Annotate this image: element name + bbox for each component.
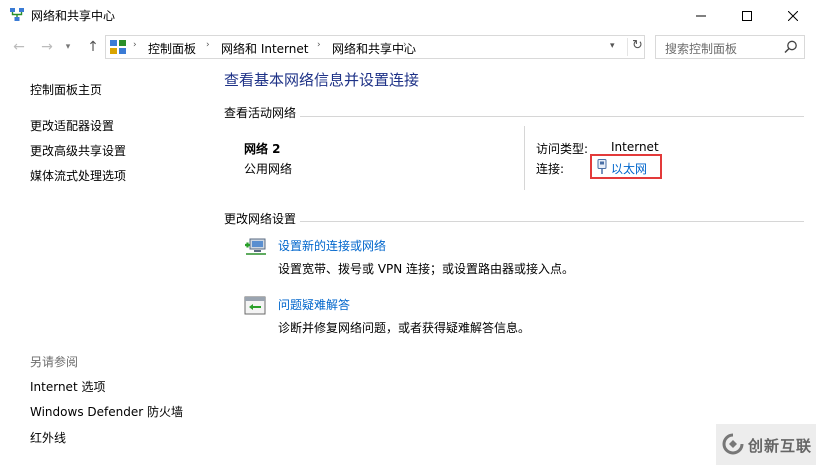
arrow-left-icon: ←: [13, 39, 25, 55]
see-also-heading: 另请参阅: [30, 355, 79, 369]
divider: [300, 221, 804, 222]
network-center-icon: [10, 8, 24, 21]
see-also-infrared[interactable]: 红外线: [30, 429, 66, 446]
search-input[interactable]: 搜索控制面板: [665, 40, 737, 57]
active-networks-heading: 查看活动网络: [224, 106, 297, 120]
navigation-bar: ← → ▾ ↑ › 控制面板 › 网络和 Internet › 网络和共享中心 …: [0, 31, 816, 63]
connection-label: 连接:: [536, 162, 565, 176]
see-also-windows-defender-firewall[interactable]: Windows Defender 防火墙: [30, 403, 183, 420]
setup-new-connection-link[interactable]: 设置新的连接或网络: [278, 237, 386, 254]
main-content: 查看基本网络信息并设置连接 查看活动网络 网络 2 公用网络 访问类型: Int…: [224, 63, 816, 465]
refresh-icon[interactable]: ↻: [627, 38, 643, 56]
window-title: 网络和共享中心: [31, 9, 116, 23]
close-icon: [788, 10, 798, 21]
maximize-button[interactable]: [724, 0, 770, 31]
left-navigation-pane: 控制面板主页 更改适配器设置 更改高级共享设置 媒体流式处理选项 另请参阅 In…: [0, 63, 216, 465]
change-network-settings-heading: 更改网络设置: [224, 212, 297, 226]
breadcrumb-control-panel[interactable]: 控制面板: [148, 40, 196, 57]
sidebar-item-change-adapter-settings[interactable]: 更改适配器设置: [30, 117, 114, 134]
search-icon[interactable]: [784, 40, 798, 54]
ethernet-connection-link[interactable]: 以太网: [611, 160, 647, 177]
page-title: 查看基本网络信息并设置连接: [224, 71, 420, 89]
troubleshoot-problems-link[interactable]: 问题疑难解答: [278, 296, 350, 313]
watermark-text: 创新互联: [748, 437, 813, 455]
setup-new-connection-description: 设置宽带、拨号或 VPN 连接；或设置路由器或接入点。: [278, 262, 575, 276]
network-name: 网络 2: [244, 142, 281, 156]
access-type-value: Internet: [611, 140, 659, 154]
up-button[interactable]: ↑: [84, 39, 102, 55]
close-button[interactable]: [770, 0, 816, 31]
address-history-chevron-down-icon[interactable]: ▾: [610, 41, 615, 51]
sidebar-item-control-panel-home[interactable]: 控制面板主页: [30, 81, 102, 98]
ethernet-icon: [597, 159, 607, 174]
back-button[interactable]: ←: [10, 39, 28, 55]
recent-locations-button[interactable]: ▾: [62, 39, 74, 55]
access-type-label: 访问类型:: [536, 142, 589, 156]
breadcrumb-network-internet[interactable]: 网络和 Internet: [221, 40, 308, 57]
title-bar: 网络和共享中心: [0, 0, 816, 31]
minimize-button[interactable]: [678, 0, 724, 31]
troubleshoot-problems-description: 诊断并修复网络问题，或者获得疑难解答信息。: [278, 321, 531, 335]
new-connection-icon: [245, 238, 266, 255]
control-panel-icon: [110, 40, 126, 54]
maximize-icon: [742, 10, 752, 21]
troubleshoot-icon: [244, 296, 266, 315]
minimize-icon: [696, 15, 706, 16]
divider: [300, 116, 804, 117]
chevron-down-icon: ▾: [65, 42, 71, 52]
chevron-right-icon[interactable]: ›: [206, 40, 210, 50]
search-box[interactable]: 搜索控制面板: [655, 35, 805, 59]
arrow-up-icon: ↑: [87, 39, 99, 55]
sidebar-item-change-advanced-sharing[interactable]: 更改高级共享设置: [30, 142, 126, 159]
see-also-internet-options[interactable]: Internet 选项: [30, 378, 105, 395]
divider: [524, 126, 525, 190]
sidebar-item-media-streaming[interactable]: 媒体流式处理选项: [30, 167, 126, 184]
address-bar[interactable]: › 控制面板 › 网络和 Internet › 网络和共享中心 › ▾ ↻: [105, 35, 645, 59]
watermark: 创新互联: [716, 424, 816, 465]
watermark-logo-icon: [722, 433, 744, 455]
network-type[interactable]: 公用网络: [244, 160, 292, 177]
chevron-right-icon[interactable]: ›: [133, 40, 137, 50]
arrow-right-icon: →: [41, 39, 53, 55]
chevron-right-icon[interactable]: ›: [403, 40, 407, 50]
forward-button[interactable]: →: [38, 39, 56, 55]
chevron-right-icon[interactable]: ›: [317, 40, 321, 50]
